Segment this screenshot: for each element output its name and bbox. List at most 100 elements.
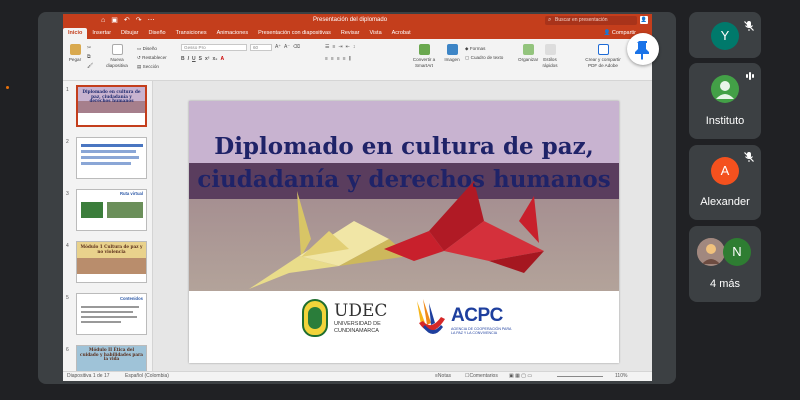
copy-icon[interactable]: ⧉ (87, 54, 93, 60)
acpc-subtitle-line-2: LA PAZ Y LA CONVIVENCIA (451, 331, 498, 336)
format-painter-icon[interactable]: 🖌 (87, 63, 93, 69)
italic-icon[interactable]: I (188, 56, 189, 62)
tab-diseno[interactable]: Diseño (143, 28, 170, 39)
tab-animaciones[interactable]: Animaciones (212, 28, 254, 39)
thumb-title: Módulo 1 Cultura de paz y no violencia (80, 244, 143, 254)
tab-dibujar[interactable]: Dibujar (116, 28, 143, 39)
strike-icon[interactable]: S (199, 56, 202, 62)
undo-icon[interactable]: ↶ (124, 16, 130, 25)
tab-insertar[interactable]: Insertar (87, 28, 116, 39)
search-placeholder: Buscar en presentación (555, 17, 608, 23)
textbox-label: Cuadro de texto (470, 55, 504, 60)
pin-icon (635, 41, 649, 60)
language-status[interactable]: Español (Colombia) (125, 372, 169, 381)
zoom-level[interactable]: 110% (615, 372, 627, 381)
align-left-icon[interactable]: ≡ (325, 56, 328, 62)
participant-tile-more[interactable]: N 4 más (689, 226, 761, 302)
subscript-icon[interactable]: x₂ (212, 56, 217, 62)
align-right-icon[interactable]: ≡ (337, 56, 340, 62)
thumb-line (81, 316, 137, 318)
thumb-number: 5 (66, 295, 69, 301)
align-center-icon[interactable]: ≡ (331, 56, 334, 62)
outdent-icon[interactable]: ⇤ (346, 44, 350, 50)
zoom-slider[interactable] (557, 376, 603, 377)
numbering-icon[interactable]: ≡ (332, 44, 335, 50)
thumb-number: 6 (66, 347, 69, 353)
bold-icon[interactable]: B (181, 56, 185, 62)
arrange-button[interactable]: Organizar (518, 44, 538, 63)
pin-button[interactable] (627, 33, 659, 65)
slide-logos-area: UDEC UNIVERSIDAD DE CUNDINAMARCA ACPC AG… (189, 291, 619, 363)
textbox-button[interactable]: ▢ Cuadro de texto (465, 53, 503, 62)
grow-font-icon[interactable]: A⁺ (275, 44, 281, 50)
reset-button[interactable]: ↺ Restablecer (137, 53, 167, 62)
shapes-label: Formas (469, 46, 486, 51)
shrink-font-icon[interactable]: A⁻ (284, 44, 290, 50)
acpc-name: ACPC (451, 305, 503, 326)
save-icon[interactable]: ▣ (111, 16, 118, 25)
slide-thumbnail-4[interactable]: Módulo 1 Cultura de paz y no violencia (76, 241, 147, 283)
participant-tile-alexander[interactable]: A Alexander (689, 145, 761, 220)
notes-button[interactable]: ≡ Notas (435, 372, 451, 381)
underline-icon[interactable]: U (192, 56, 196, 62)
quick-styles-label: Estilos rápidos (542, 57, 558, 68)
convert-smartart-button[interactable]: Convertir a SmartArt (411, 44, 437, 68)
line-spacing-icon[interactable]: ↕ (353, 44, 356, 50)
comments-label: Comentarios (469, 373, 498, 379)
paste-label: Pegar (68, 57, 82, 62)
create-pdf-button[interactable]: Crear y compartir PDF de Adobe (583, 44, 623, 68)
indent-icon[interactable]: ⇥ (338, 44, 342, 50)
slide-thumbnail-5[interactable]: Contenidos (76, 293, 147, 335)
search-box[interactable]: ⌕ Buscar en presentación (545, 16, 637, 25)
quick-styles-icon (544, 44, 556, 55)
bullets-icon[interactable]: ☰ (325, 44, 329, 50)
slide-thumbnail-3[interactable]: Ruta virtual (76, 189, 147, 231)
participant-tile-y[interactable]: Y (689, 12, 761, 58)
image-label: Imagen (444, 57, 460, 62)
current-slide[interactable]: Diplomado en cultura de paz, ciudadanía … (189, 101, 619, 363)
participant-tile-instituto[interactable]: Instituto (689, 63, 761, 139)
tab-revisar[interactable]: Revisar (336, 28, 365, 39)
comments-button[interactable]: ☐ Comentarios (465, 372, 498, 381)
more-icon[interactable]: ⋯ (148, 16, 155, 25)
view-buttons[interactable]: ▣ ▦ ▢ ▭ (509, 372, 532, 381)
columns-icon[interactable]: ⫼ (349, 56, 351, 62)
tab-transiciones[interactable]: Transiciones (171, 28, 212, 39)
slide-thumbnail-6[interactable]: Módulo II Ética del cuidado y habilidade… (76, 345, 147, 371)
cut-icon[interactable]: ✂ (87, 45, 93, 51)
thumb-image (107, 202, 143, 218)
paste-button[interactable]: Pegar (67, 44, 83, 63)
notes-label: Notas (437, 373, 451, 379)
font-name-field[interactable]: Gesso Pro (181, 44, 247, 51)
tab-vista[interactable]: Vista (365, 28, 387, 39)
slide-thumbnail-2[interactable] (76, 137, 147, 179)
account-icon[interactable]: 👤 (640, 16, 648, 24)
section-button[interactable]: ▤ Sección (137, 62, 167, 71)
shapes-button[interactable]: ◆ Formas (465, 44, 503, 53)
home-icon[interactable]: ⌂ (101, 16, 105, 25)
slide-title-line-1: Diplomado en cultura de paz, (214, 133, 594, 160)
justify-icon[interactable]: ≡ (343, 56, 346, 62)
quick-styles-button[interactable]: Estilos rápidos (541, 44, 559, 68)
layout-button[interactable]: ▭ Diseño (137, 44, 167, 53)
new-slide-label: Nueva diapositiva (106, 57, 128, 68)
section-label: Sección (142, 64, 159, 69)
tab-inicio[interactable]: Inicio (63, 28, 88, 39)
thumb-line (81, 321, 121, 323)
tab-acrobat[interactable]: Acrobat (387, 28, 416, 39)
redo-icon[interactable]: ↷ (136, 16, 142, 25)
thumb-line (81, 306, 139, 308)
avatar: Y (711, 22, 739, 50)
slide-thumbnail-1[interactable]: Diplomado en cultura de paz, ciudadanía … (76, 85, 147, 127)
font-color-icon[interactable]: A (220, 56, 224, 62)
tab-presentacion[interactable]: Presentación con diapositivas (253, 28, 336, 39)
new-slide-button[interactable]: Nueva diapositiva (105, 44, 129, 68)
image-button[interactable]: Imagen (443, 44, 461, 63)
font-size-field[interactable]: 60 (250, 44, 272, 51)
clear-format-icon[interactable]: ⌫ (293, 44, 300, 50)
thumb-number: 1 (66, 87, 69, 93)
person-photo-icon (697, 238, 725, 266)
superscript-icon[interactable]: x² (205, 56, 209, 62)
convert-smartart-label: Convertir a SmartArt (412, 57, 436, 68)
activity-dot (6, 86, 9, 89)
